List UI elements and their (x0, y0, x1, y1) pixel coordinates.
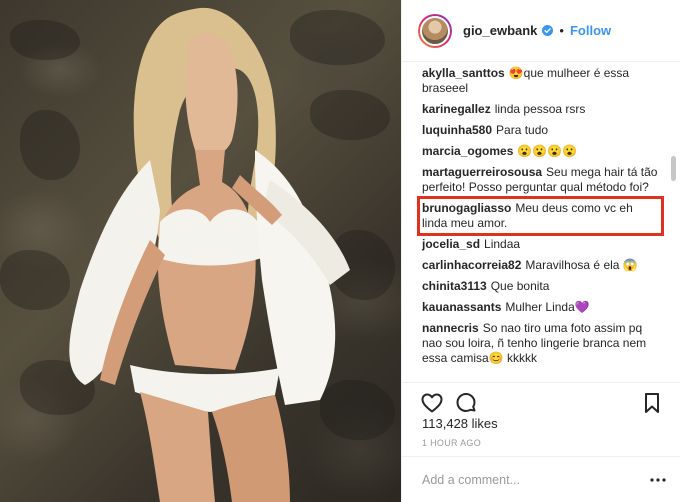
comment-username[interactable]: luquinha580 (422, 123, 492, 137)
comment-item: karinegallez linda pessoa rsrs (422, 102, 659, 117)
action-bar (402, 382, 680, 420)
comment-item: jocelia_sd Lindaa (422, 237, 659, 252)
comment-username[interactable]: martaguerreirosousa (422, 165, 542, 179)
verified-badge-icon (542, 25, 554, 36)
add-comment-input[interactable] (422, 472, 649, 487)
post-header: gio_ewbank • Follow (402, 0, 680, 62)
comment-username[interactable]: karinegallez (422, 102, 491, 116)
heart-icon[interactable] (420, 391, 444, 415)
post-timestamp[interactable]: 1 HOUR AGO (422, 438, 481, 448)
post-photo (0, 0, 401, 502)
comment-username[interactable]: nannecris (422, 321, 479, 335)
comment-item: martaguerreirosousa Seu mega hair tá tão … (422, 165, 659, 195)
comments-list[interactable]: akylla_santtos 😍que mulheer é essa brasee… (402, 62, 680, 382)
post-sidebar: gio_ewbank • Follow akylla_santtos 😍que m… (401, 0, 680, 502)
comment-username[interactable]: jocelia_sd (422, 237, 480, 251)
comment-item: akylla_santtos 😍que mulheer é essa brasee… (422, 66, 659, 96)
comment-username[interactable]: brunogagliasso (422, 201, 511, 215)
comment-text: linda pessoa rsrs (494, 102, 586, 116)
avatar-image (420, 15, 450, 46)
comments-scrollbar[interactable] (671, 156, 676, 181)
comment-text: 😮😮😮😮 (517, 144, 578, 158)
header-separator: • (559, 23, 564, 38)
add-comment-section (402, 456, 680, 502)
comment-item: carlinhacorreia82 Maravilhosa é ela 😱 (422, 258, 659, 273)
bookmark-icon[interactable] (640, 391, 664, 415)
comment-item: marcia_ogomes 😮😮😮😮 (422, 144, 659, 159)
comment-username[interactable]: marcia_ogomes (422, 144, 513, 158)
comment-username[interactable]: carlinhacorreia82 (422, 258, 521, 272)
comment-item: luquinha580 Para tudo (422, 123, 659, 138)
highlighted-comment: brunogagliasso Meu deus como vc eh linda … (417, 196, 664, 236)
comment-text: Lindaa (484, 237, 521, 251)
follow-button[interactable]: Follow (570, 23, 611, 38)
photo-subject (69, 7, 350, 502)
avatar[interactable] (418, 13, 452, 48)
comment-text: Maravilhosa é ela 😱 (525, 258, 638, 272)
comment-username[interactable]: kauanassants (422, 300, 501, 314)
comment-item: chinita3113 Que bonita (422, 279, 659, 294)
comment-text: Que bonita (490, 279, 550, 293)
post-username[interactable]: gio_ewbank (463, 23, 537, 38)
more-options-icon[interactable] (649, 471, 667, 489)
comment-username[interactable]: akylla_santtos (422, 66, 505, 80)
comment-item: nannecris So nao tiro uma foto assim pq n… (422, 321, 659, 366)
comment-text: Mulher Linda💜 (505, 300, 590, 314)
comment-text: Para tudo (496, 123, 549, 137)
likes-count[interactable]: 113,428 likes (422, 416, 498, 431)
comment-item: kauanassants Mulher Linda💜 (422, 300, 659, 315)
comment-username[interactable]: chinita3113 (422, 279, 487, 293)
comment-bubble-icon[interactable] (454, 391, 478, 415)
